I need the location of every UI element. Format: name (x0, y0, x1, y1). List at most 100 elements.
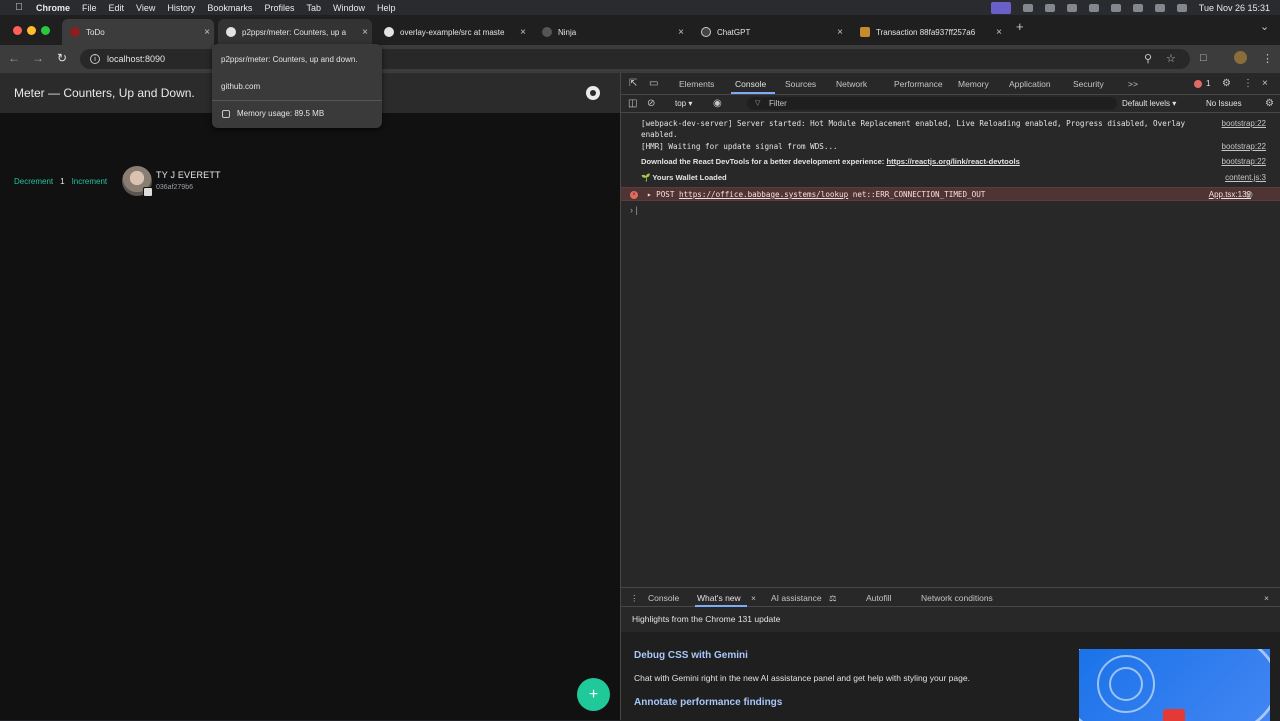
github-icon[interactable] (586, 86, 600, 100)
whats-new-heading[interactable]: Debug CSS with Gemini (634, 650, 748, 661)
tab-security[interactable]: Security (1073, 79, 1104, 89)
menu-edit[interactable]: Edit (109, 3, 125, 13)
status-icon[interactable] (1088, 3, 1099, 12)
close-icon[interactable]: × (833, 27, 847, 38)
spotlight-icon[interactable] (1154, 3, 1165, 12)
close-icon[interactable]: × (200, 27, 214, 38)
drawer-menu-icon[interactable]: ⋮ (630, 593, 639, 604)
whats-new-heading[interactable]: Annotate performance findings (634, 697, 782, 708)
profile-avatar-icon[interactable] (1234, 51, 1247, 64)
tab-console[interactable]: Console (735, 79, 766, 89)
new-tab-icon[interactable]: + (1016, 19, 1024, 34)
status-icon[interactable] (1022, 3, 1033, 12)
eye-icon[interactable]: ◉ (713, 98, 722, 109)
error-count: 1 (1206, 79, 1211, 88)
source-link[interactable]: bootstrap:22 (1222, 156, 1266, 167)
status-icon[interactable] (1066, 3, 1077, 12)
error-url-link[interactable]: https://office.babbage.systems/lookup (679, 190, 848, 199)
wifi-icon[interactable] (1132, 3, 1143, 12)
zoom-icon[interactable]: ⚲ (1144, 52, 1152, 65)
menu-file[interactable]: File (82, 3, 97, 13)
youtube-play-icon[interactable] (1163, 709, 1185, 721)
close-icon[interactable]: × (1262, 78, 1268, 89)
error-count-badge[interactable]: 1 (1194, 79, 1210, 88)
menu-view[interactable]: View (136, 3, 155, 13)
filter-input[interactable]: Filter (747, 97, 1117, 110)
menu-history[interactable]: History (167, 3, 195, 13)
device-toolbar-icon[interactable]: ▭ (649, 78, 658, 89)
extensions-icon[interactable]: □ (1200, 52, 1207, 64)
tab-github-overlay[interactable]: overlay-example/src at maste × (376, 19, 530, 45)
status-icon[interactable] (1044, 3, 1055, 12)
zoom-window-icon[interactable] (41, 26, 50, 35)
menu-bookmarks[interactable]: Bookmarks (207, 3, 252, 13)
tab-transaction[interactable]: Transaction 88fa937ff257a6 × (852, 19, 1006, 45)
context-select[interactable]: top ▾ (675, 99, 692, 108)
more-menu-icon[interactable]: ⋮ (1243, 78, 1253, 89)
ninja-favicon (542, 27, 552, 37)
decrement-button[interactable]: Decrement (14, 177, 53, 186)
clear-console-icon[interactable]: ⊘ (647, 98, 655, 109)
tab-chatgpt[interactable]: ChatGPT × (693, 19, 847, 45)
tab-network[interactable]: Network (836, 79, 867, 89)
tab-search-chevron-icon[interactable]: ⌄ (1260, 20, 1269, 33)
more-menu-icon[interactable]: ⋮ (1262, 52, 1273, 65)
whats-new-video-thumbnail[interactable] (1079, 649, 1270, 721)
tab-todo[interactable]: ToDo × (62, 19, 214, 45)
drawer-tab-network-conditions[interactable]: Network conditions (921, 593, 993, 603)
whats-new-headline: Highlights from the Chrome 131 update (632, 614, 781, 624)
menubar-clock[interactable]: Tue Nov 26 15:31 (1199, 3, 1270, 13)
control-center-icon[interactable] (1176, 3, 1187, 12)
expand-triangle-icon[interactable]: ▸ POST (647, 190, 679, 199)
back-arrow-icon[interactable]: ← (6, 51, 22, 65)
source-link[interactable]: content.js:3 (1225, 172, 1266, 183)
drawer-tab-autofill[interactable]: Autofill (866, 593, 892, 603)
close-icon[interactable]: × (992, 27, 1006, 38)
bookmark-star-icon[interactable]: ☆ (1166, 52, 1176, 65)
tab-ninja[interactable]: Ninja × (534, 19, 688, 45)
gear-icon[interactable]: ⚙ (1265, 98, 1274, 109)
console-prompt[interactable]: › | (630, 205, 638, 215)
source-link[interactable]: bootstrap:22 (1222, 141, 1266, 152)
drawer-tab-whats-new[interactable]: What's new (697, 593, 741, 603)
log-levels-select[interactable]: Default levels ▾ (1122, 99, 1176, 108)
tab-memory[interactable]: Memory (958, 79, 989, 89)
react-devtools-link[interactable]: https://reactjs.org/link/react-devtools (886, 157, 1019, 166)
battery-icon[interactable] (1110, 3, 1121, 12)
console-messages: [webpack-dev-server] Server started: Hot… (621, 113, 1280, 223)
minimize-window-icon[interactable] (27, 26, 36, 35)
tab-application[interactable]: Application (1009, 79, 1051, 89)
close-icon[interactable]: × (516, 27, 530, 38)
menu-tab[interactable]: Tab (306, 3, 321, 13)
reload-icon[interactable]: ↻ (54, 51, 70, 65)
menu-app-name[interactable]: Chrome (36, 3, 70, 13)
menu-help[interactable]: Help (377, 3, 396, 13)
inspect-element-icon[interactable]: ⇱ (629, 78, 637, 89)
forward-arrow-icon[interactable]: → (30, 51, 46, 65)
menu-window[interactable]: Window (333, 3, 365, 13)
drawer-tab-ai-assistance[interactable]: AI assistance (771, 593, 822, 603)
tab-elements[interactable]: Elements (679, 79, 714, 89)
tab-performance[interactable]: Performance (894, 79, 943, 89)
site-info-icon[interactable]: i (90, 54, 100, 64)
ai-explain-icon[interactable]: ◎ (1245, 189, 1253, 200)
tab-sources[interactable]: Sources (785, 79, 816, 89)
close-icon[interactable]: × (1264, 593, 1269, 603)
tab-github-meter[interactable]: p2ppsr/meter: Counters, up a × (218, 19, 372, 45)
close-icon[interactable]: × (751, 593, 756, 603)
close-icon[interactable]: × (358, 27, 372, 38)
issues-counter[interactable]: No Issues (1206, 99, 1242, 108)
apple-icon[interactable]:  (12, 2, 26, 13)
close-window-icon[interactable] (13, 26, 22, 35)
increment-button[interactable]: Increment (72, 177, 108, 186)
screen-record-icon[interactable] (990, 1, 1011, 14)
close-icon[interactable]: × (674, 27, 688, 38)
console-error-row[interactable]: × ▸ POST https://office.babbage.systems/… (621, 187, 1280, 201)
gear-icon[interactable]: ⚙ (1222, 78, 1231, 89)
source-link[interactable]: bootstrap:22 (1222, 118, 1266, 129)
add-counter-button[interactable]: + (577, 678, 610, 711)
sidebar-toggle-icon[interactable]: ◫ (628, 98, 637, 109)
drawer-tab-console[interactable]: Console (648, 593, 679, 603)
menu-profiles[interactable]: Profiles (264, 3, 294, 13)
more-tabs-icon[interactable]: >> (1128, 79, 1138, 89)
